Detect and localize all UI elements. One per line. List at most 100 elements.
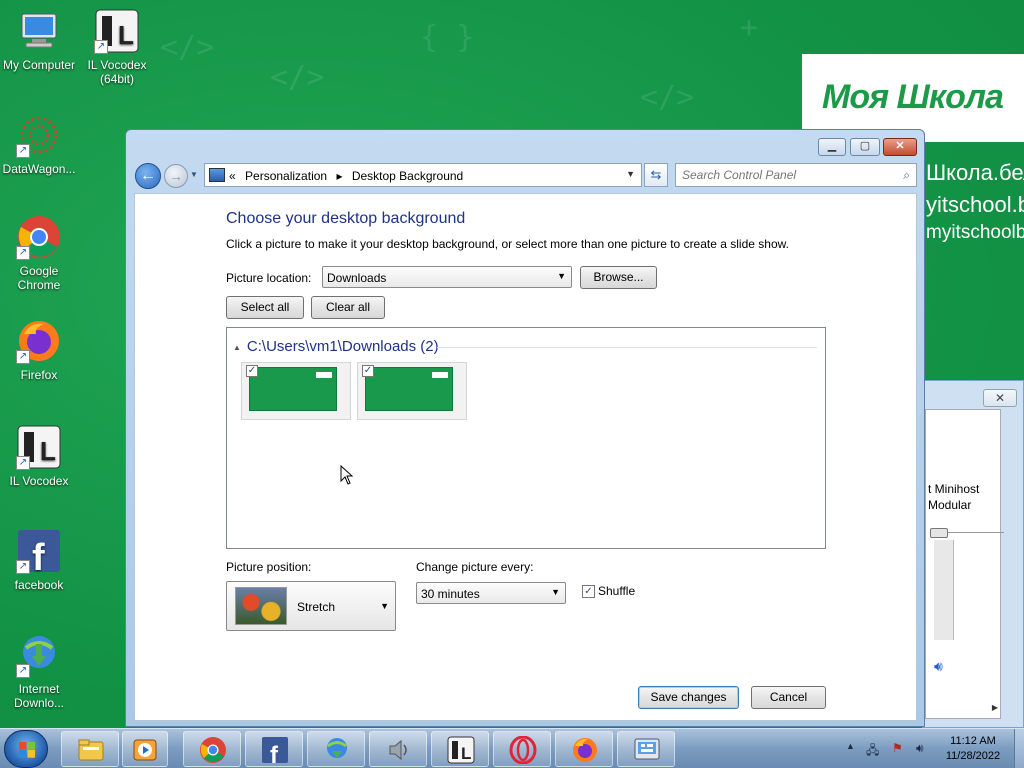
picture-thumbnail[interactable]: ✓ [357,362,467,420]
change-picture-select[interactable]: 30 minutes ▼ [416,582,566,604]
maximize-button[interactable]: ▢ [850,138,880,156]
mouse-cursor-icon [340,465,354,485]
wallpaper-glyph: </> [270,60,325,95]
speaker-icon [389,739,407,761]
taskbar-item-opera[interactable] [493,731,551,767]
clock-date: 11/28/2022 [945,750,1001,762]
desktop-icon-google-chrome[interactable]: ↗ Google Chrome [0,214,78,292]
desktop-icon-label: Google Chrome [17,264,61,292]
cancel-button[interactable]: Cancel [751,686,826,709]
search-input[interactable] [682,167,887,183]
search-icon[interactable]: ⌕ [903,168,910,183]
desktop-icon-label: facebook [14,578,64,592]
taskbar-item-internet-download-manager[interactable] [307,731,365,767]
refresh-button[interactable]: ⇆ [644,163,668,187]
taskbar-item-control-panel[interactable] [617,731,675,767]
shortcut-arrow-icon: ↗ [16,246,30,260]
clock-time: 11:12 AM [950,735,996,747]
search-box[interactable]: ⌕ [675,163,917,187]
chevron-down-icon: ▼ [557,271,566,281]
select-all-button[interactable]: Select all [226,296,304,319]
taskbar-item-windows-explorer[interactable] [61,731,119,767]
desktop-icon-il-vocodex-64[interactable]: L ↗ IL Vocodex (64bit) [78,8,156,86]
address-dropdown-icon[interactable]: ▼ [626,169,635,179]
show-desktop-button[interactable] [1014,729,1024,768]
network-icon[interactable]: 🖧︎ [866,741,879,762]
background-window[interactable]: ✕ t Minihost Modular 🔊︎ ▶ [922,380,1024,728]
desktop-icon-datawagon[interactable]: ↗ DataWagon... [0,112,78,176]
chrome-icon: ↗ [16,214,62,260]
wallpaper-logo-text: Моя Школа [822,78,1004,116]
folder-divider [437,347,817,348]
facebook-icon: f ↗ [16,528,62,579]
scroll-right-icon[interactable]: ▶ [992,703,998,712]
browse-button[interactable]: Browse... [580,266,657,289]
taskbar-item-google-chrome[interactable] [183,731,241,767]
svg-text:f: f [32,537,45,574]
svg-text:f: f [270,742,279,764]
show-hidden-icons-icon[interactable]: ▲ [846,741,855,751]
opera-icon [509,736,537,764]
desktop-icon-label: IL Vocodex (64bit) [87,58,147,86]
wallpaper-text-line: myitschoolby [926,222,1024,243]
taskbar-item-firefox[interactable] [555,731,613,767]
forward-button[interactable]: → [164,164,188,188]
chevron-down-icon: ▼ [380,601,389,611]
picture-location-label: Picture location: [226,271,312,285]
desktop-icon-internet-download-manager[interactable]: ↗ Internet Downlo... [0,632,78,710]
taskbar-item-facebook[interactable]: f [245,731,303,767]
il-vocodex-icon: L ↗ [16,424,62,470]
chevron-down-icon: ▼ [551,587,560,597]
volume-icon[interactable]: 🔊︎ [916,741,924,756]
clear-all-button[interactable]: Clear all [311,296,385,319]
start-button[interactable] [4,730,48,768]
picture-thumbnail[interactable]: ✓ [241,362,351,420]
desktop-icon-label: My Computer [2,58,76,72]
thumbnail-checkbox[interactable]: ✓ [362,365,374,377]
folder-group-header[interactable]: ▲ C:\Users\vm1\Downloads (2) [233,338,439,355]
action-center-flag-icon[interactable]: ⚑ [892,741,903,755]
clock[interactable]: 11:12 AM 11/28/2022 [938,734,1008,764]
breadcrumb-overflow[interactable]: « [229,169,236,183]
desktop-icon-label: Firefox [20,368,58,382]
picture-position-select[interactable]: Stretch ▼ [226,581,396,631]
picture-location-select[interactable]: Downloads ▼ [322,266,572,288]
speaker-icon[interactable]: 🔊︎ [934,658,943,675]
desktop-icon-my-computer[interactable]: My Computer [0,8,78,72]
wallpaper-glyph: { } [420,20,475,55]
breadcrumb-separator-icon[interactable]: ▸ [336,169,342,183]
volume-track [934,540,954,640]
taskbar-item-media-player[interactable] [122,731,168,767]
desktop-icon-facebook[interactable]: f ↗ facebook [0,528,78,592]
desktop-icon-label: DataWagon... [2,162,76,176]
svg-text:L: L [40,436,56,466]
il-vocodex-icon: L ↗ [94,8,140,54]
thumbnail-checkbox[interactable]: ✓ [246,365,258,377]
desktop-icon-il-vocodex[interactable]: L ↗ IL Vocodex [0,424,78,488]
shuffle-checkbox[interactable]: ✓ [582,585,595,598]
position-preview-image [235,587,287,625]
collapse-triangle-icon[interactable]: ▲ [233,343,241,352]
address-bar[interactable]: « Personalization ▸ Desktop Background ▼ [204,163,642,187]
desktop-icon-firefox[interactable]: ↗ Firefox [0,318,78,382]
breadcrumb: « Personalization ▸ Desktop Background [229,169,469,183]
minimize-button[interactable]: ▁ [818,138,846,156]
back-button[interactable]: ← [135,163,161,189]
save-changes-button[interactable]: Save changes [638,686,739,709]
shortcut-arrow-icon: ↗ [16,144,30,158]
close-button[interactable]: ✕ [883,138,917,156]
idm-icon: ↗ [16,632,62,678]
recent-pages-dropdown[interactable]: ▼ [190,170,200,182]
taskbar-item-il-vocodex[interactable]: L [431,731,489,767]
background-window-close-button[interactable]: ✕ [983,389,1017,407]
page-title: Choose your desktop background [226,210,466,227]
taskbar-item-audio[interactable] [369,731,427,767]
breadcrumb-item-desktop-background[interactable]: Desktop Background [352,169,463,183]
thumbnail-image [365,367,453,411]
slider-thumb[interactable] [930,528,948,538]
wallpaper-glyph: </> [640,80,695,115]
breadcrumb-item-personalization[interactable]: Personalization [245,169,327,183]
shuffle-label[interactable]: Shuffle [598,584,635,598]
picture-gallery[interactable]: ▲ C:\Users\vm1\Downloads (2) ✓ ✓ [226,327,826,549]
desktop-icon-label: Internet Downlo... [13,682,65,710]
